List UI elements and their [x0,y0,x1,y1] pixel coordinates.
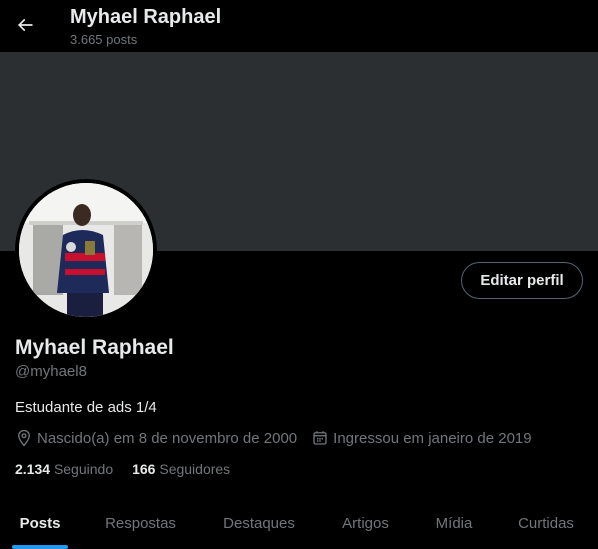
tab-label: Artigos [342,515,389,532]
following-label: Seguindo [53,461,114,477]
top-header: Myhael Raphael 3.665 posts [0,0,598,52]
join-date-text: Ingressou em janeiro de 2019 [333,429,532,447]
active-tab-indicator [12,545,68,549]
following-count: 2.134 [15,461,51,477]
arrow-left-icon [17,18,33,32]
avatar-photo [19,183,153,317]
tab-label: Respostas [105,515,176,532]
tab-respostas[interactable]: Respostas [80,498,201,549]
followers-count: 166 [132,461,156,477]
posts-count: 3.665 posts [70,32,138,47]
join-date: Ingressou em janeiro de 2019 [311,429,532,447]
following-link[interactable]: 2.134 Seguindo [15,461,113,477]
tab-label: Posts [19,515,61,532]
profile-name: Myhael Raphael [15,336,174,359]
birth-date: Nascido(a) em 8 de novembro de 2000 [15,429,297,447]
header-title: Myhael Raphael [70,6,222,28]
followers-link[interactable]: 166 Seguidores [132,461,230,477]
followers-label: Seguidores [159,461,231,477]
tab-label: Curtidas [518,515,574,532]
tab-midia[interactable]: Mídia [414,498,494,549]
tab-label: Destaques [223,515,295,532]
back-button[interactable] [8,8,42,42]
follow-stats: 2.134 Seguindo 166 Seguidores [15,461,249,477]
profile-handle: @myhael8 [15,363,87,380]
tab-destaques[interactable]: Destaques [201,498,317,549]
profile-meta: Nascido(a) em 8 de novembro de 2000 Ingr… [15,429,546,447]
avatar[interactable] [15,179,157,321]
birth-date-text: Nascido(a) em 8 de novembro de 2000 [37,429,298,447]
tab-label: Mídia [435,515,473,532]
profile-tabs: Posts Respostas Destaques Artigos Mídia … [0,498,598,549]
location-pin-icon [18,429,30,447]
tab-artigos[interactable]: Artigos [317,498,414,549]
calendar-icon [313,431,327,445]
edit-profile-button[interactable]: Editar perfil [461,262,583,299]
tab-posts[interactable]: Posts [0,498,80,549]
profile-bio: Estudante de ads 1/4 [15,399,157,416]
tab-curtidas[interactable]: Curtidas [494,498,598,549]
